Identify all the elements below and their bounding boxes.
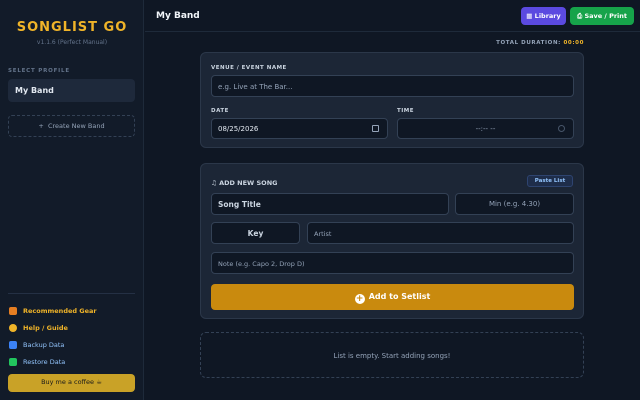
plus-icon: + [38,122,48,130]
save-print-button[interactable]: ⎙ Save / Print [570,7,634,25]
library-button[interactable]: ▦ Library [521,7,566,25]
venue-input[interactable]: e.g. Live at The Bar... [211,75,574,97]
date-label: DATE [211,108,229,114]
bag-icon [9,307,17,315]
help-guide-link[interactable]: Help / Guide [9,324,68,332]
music-note-icon: ♫ [211,179,220,187]
page-title: My Band [156,11,200,21]
restore-data-link[interactable]: Restore Data [9,358,65,366]
key-input[interactable]: Key [211,222,300,244]
backup-data-link[interactable]: Backup Data [9,341,64,349]
coffee-label: Buy me a coffee ☕ [41,378,102,386]
plus-circle-icon: + [354,294,365,304]
sidebar-divider [8,293,135,294]
profile-item[interactable]: My Band [8,79,135,102]
save-print-label: Save / Print [584,12,627,20]
total-duration: TOTAL DURATION: 00:00 [496,40,584,46]
calendar-icon[interactable] [372,125,379,132]
library-label: Library [534,12,561,20]
add-to-setlist-button[interactable]: + Add to Setlist [211,284,574,310]
date-value: 08/25/2026 [218,125,259,133]
download-icon [9,341,17,349]
duration-input[interactable]: Min (e.g. 4.30) [455,193,574,215]
buy-coffee-button[interactable]: Buy me a coffee ☕ [8,374,135,392]
create-band-label: Create New Band [47,122,105,130]
add-song-heading: ♫ ADD NEW SONG [211,179,277,187]
total-duration-label: TOTAL DURATION: [496,40,561,46]
app-version: v1.1.6 (Perfect Manual) [36,39,108,46]
select-profile-label: SELECT PROFILE [8,68,70,74]
paste-list-button[interactable]: Paste List [527,175,573,187]
clock-icon[interactable] [558,125,565,132]
time-input[interactable]: --:-- -- [397,118,574,139]
note-input[interactable]: Note (e.g. Capo 2, Drop D) [211,252,574,274]
library-icon: ▦ [526,12,535,20]
time-value: --:-- -- [475,125,496,133]
add-to-setlist-label: Add to Setlist [368,292,431,301]
date-input[interactable]: 08/25/2026 [211,118,388,139]
recommended-gear-label: Recommended Gear [23,307,97,315]
empty-setlist-message: List is empty. Start adding songs! [200,332,584,378]
song-title-input[interactable]: Song Title [211,193,449,215]
add-song-title: ADD NEW SONG [219,179,278,187]
paste-list-label: Paste List [534,178,566,184]
recommended-gear-link[interactable]: Recommended Gear [9,307,97,315]
time-label: TIME [397,108,415,114]
total-duration-value: 00:00 [563,40,584,46]
add-song-card: ♫ ADD NEW SONG Paste List Song Title Min… [200,163,584,319]
restore-data-label: Restore Data [23,358,66,366]
sidebar: SONGLIST GO v1.1.6 (Perfect Manual) SELE… [0,0,144,400]
help-guide-label: Help / Guide [23,324,68,332]
event-details-card: VENUE / EVENT NAME e.g. Live at The Bar.… [200,52,584,148]
top-header: My Band ▦ Library ⎙ Save / Print [145,0,640,32]
app-logo: SONGLIST GO [16,20,128,35]
backup-data-label: Backup Data [23,341,65,349]
artist-input[interactable]: Artist [307,222,574,244]
venue-label: VENUE / EVENT NAME [211,65,287,71]
upload-file-icon [9,358,17,366]
question-icon [9,324,17,332]
create-band-button[interactable]: + Create New Band [8,115,135,137]
